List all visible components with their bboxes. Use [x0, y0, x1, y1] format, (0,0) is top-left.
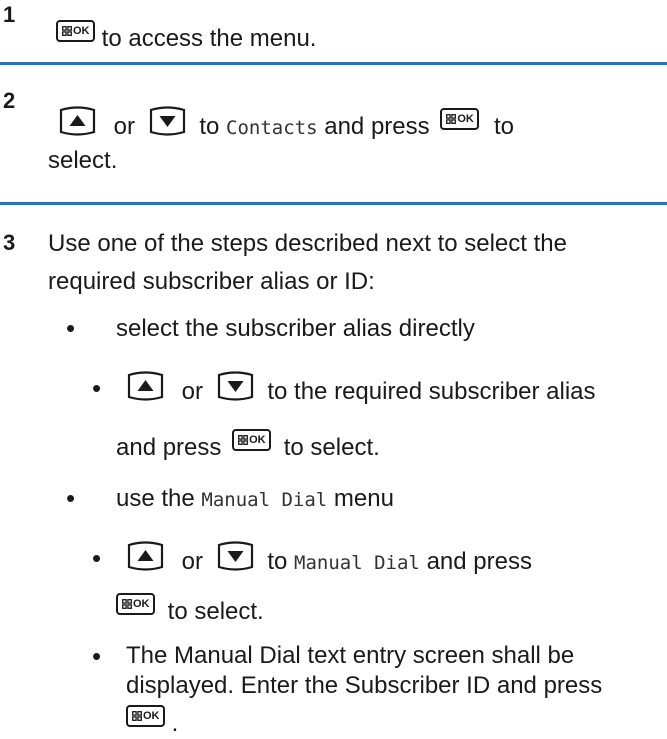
to-text: to	[267, 548, 288, 575]
option-2-sub2-line-2: displayed. Enter the Subscriber ID and p…	[126, 672, 603, 699]
period-text: .	[171, 710, 179, 737]
step-1-line: OK to access the menu.	[56, 20, 316, 54]
up-arrow-key-icon	[127, 541, 164, 571]
step-3-line-1: Use one of the steps described next to s…	[48, 230, 567, 257]
step-2-line-2: select.	[48, 147, 118, 174]
to-end-text: to	[493, 113, 514, 140]
option-1-sub-line-1: or to the required subscriber alias	[126, 371, 596, 407]
down-arrow-key-icon	[217, 541, 253, 571]
ok-key-label: OK	[457, 113, 474, 125]
bullet: •	[66, 313, 76, 343]
option-2-sub2-line-3: OK .	[126, 705, 178, 739]
option-1-text: select the subscriber alias directly	[116, 315, 475, 342]
and-press-text: and press	[324, 113, 430, 140]
ok-key-label: OK	[249, 434, 266, 446]
step-1-text: to access the menu.	[101, 25, 317, 52]
bullet: •	[66, 483, 76, 513]
step-number: 1	[3, 2, 16, 27]
menu-ok-key-icon: OK	[440, 108, 480, 130]
and-press-text: and press	[426, 548, 532, 575]
or-text: or	[181, 378, 204, 405]
manual-dial-menu-item: Manual Dial	[294, 552, 420, 574]
to-select-text: to select.	[167, 598, 264, 625]
to-select-text: to select.	[283, 434, 380, 461]
option-2-sub1-line-1: or to Manual Dial and press	[126, 541, 532, 578]
down-arrow-key-icon	[149, 106, 185, 136]
down-arrow-key-icon	[217, 371, 253, 401]
menu-ok-key-icon: OK	[232, 429, 272, 451]
option-2-sub1-line-2: OK to select.	[116, 593, 264, 627]
option-2-text-a: use the	[116, 485, 195, 512]
step-3-line-2: required subscriber alias or ID:	[48, 268, 375, 295]
option-2-text: use the Manual Dial menu	[116, 484, 394, 515]
ok-key-label: OK	[133, 598, 150, 610]
bullet: •	[92, 373, 102, 403]
ok-key-label: OK	[143, 710, 160, 722]
to-text: to	[199, 113, 220, 140]
option-2-sub2-line-1: The Manual Dial text entry screen shall …	[126, 642, 575, 669]
bullet: •	[92, 543, 102, 573]
or-text: or	[181, 548, 204, 575]
contacts-menu-item: Contacts	[226, 117, 318, 139]
and-press-text: and press	[116, 434, 222, 461]
menu-ok-key-icon: OK	[126, 705, 165, 727]
option-2-text-b: menu	[333, 485, 394, 512]
step-number: 2	[3, 88, 16, 113]
section-divider	[0, 62, 667, 65]
or-text: or	[113, 113, 136, 140]
up-arrow-key-icon	[59, 106, 96, 136]
step-number: 3	[3, 230, 16, 255]
bullet: •	[92, 641, 102, 671]
menu-ok-key-icon: OK	[116, 593, 155, 615]
step-2-line-1: or to Contacts and press OK to	[58, 106, 514, 143]
menu-ok-key-icon: OK	[56, 20, 95, 42]
ok-key-label: OK	[73, 25, 90, 37]
option-1-sub-tail: to the required subscriber alias	[267, 378, 596, 405]
option-1-sub-line-2: and press OK to select.	[116, 429, 380, 463]
up-arrow-key-icon	[127, 371, 164, 401]
section-divider	[0, 202, 667, 205]
manual-dial-menu-item: Manual Dial	[201, 489, 328, 511]
